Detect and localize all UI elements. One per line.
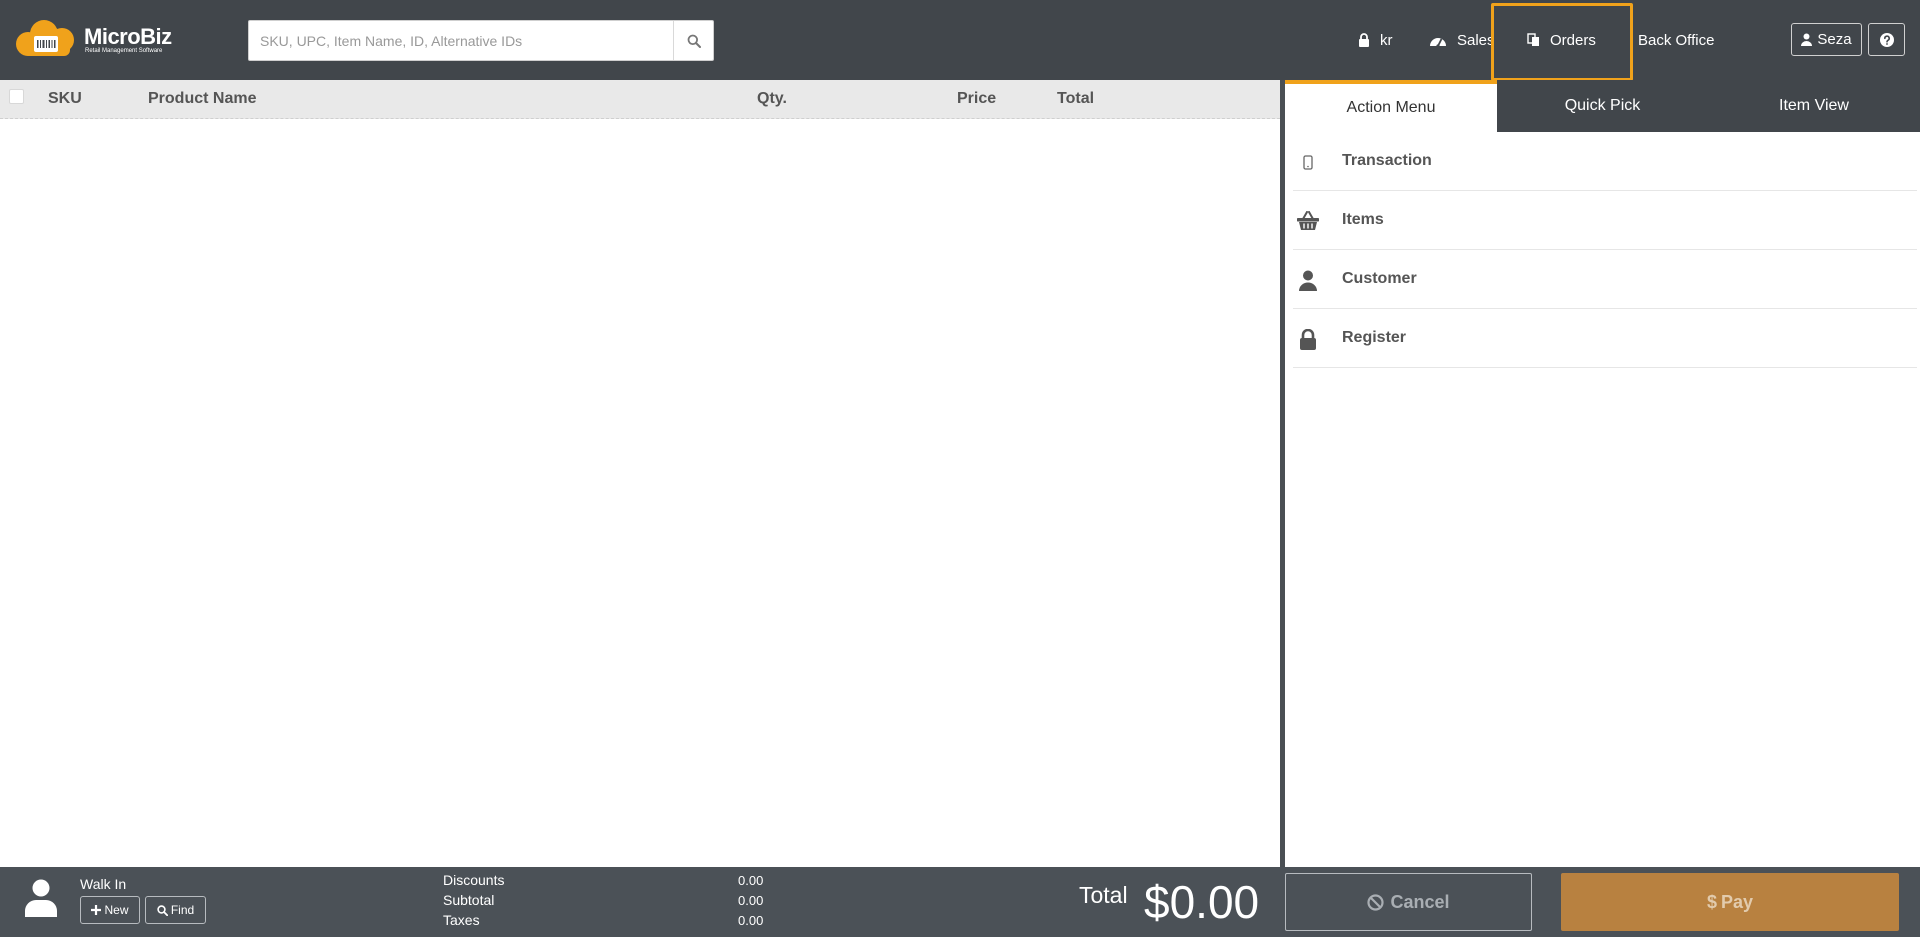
right-panel: Action Menu Quick Pick Item View Transac… <box>1285 80 1920 867</box>
nav-backoffice-label: Back Office <box>1638 31 1715 49</box>
panel-tabs: Action Menu Quick Pick Item View <box>1285 80 1920 132</box>
new-customer-button[interactable]: New <box>80 896 140 924</box>
cart-table-body <box>0 120 1280 867</box>
column-header-sku[interactable]: SKU <box>48 80 82 118</box>
action-menu-transaction[interactable]: Transaction <box>1293 132 1917 191</box>
action-menu-items[interactable]: Items <box>1293 191 1917 250</box>
search-icon <box>157 904 168 916</box>
help-button[interactable] <box>1868 23 1905 56</box>
user-name: Seza <box>1817 31 1852 48</box>
customer-name[interactable]: Walk In <box>80 876 126 892</box>
microbiz-logo[interactable]: MicroBiz Retail Management Software <box>14 18 184 58</box>
action-menu-register[interactable]: Register <box>1293 309 1917 368</box>
discounts-label: Discounts <box>443 872 505 888</box>
cart-table-header: SKU Product Name Qty. Price Total <box>0 80 1280 119</box>
menu-label: Customer <box>1342 270 1417 287</box>
taxes-label: Taxes <box>443 912 480 928</box>
tab-label: Action Menu <box>1346 99 1436 116</box>
column-header-product-name[interactable]: Product Name <box>148 80 256 118</box>
tab-label: Quick Pick <box>1564 97 1641 114</box>
cancel-button[interactable]: Cancel <box>1285 873 1532 931</box>
tab-action-menu[interactable]: Action Menu <box>1285 80 1497 132</box>
dollar-icon: $ <box>1706 891 1717 912</box>
copy-icon <box>1527 33 1539 46</box>
bottom-bar: Walk In New Find Discounts 0.00 Subtotal… <box>0 867 1920 937</box>
lock-icon <box>1295 326 1321 352</box>
plus-icon <box>91 905 102 915</box>
user-menu-button[interactable]: Seza <box>1791 23 1862 56</box>
column-header-price[interactable]: Price <box>957 80 996 118</box>
nav-back-office[interactable]: Back Office <box>1638 0 1714 80</box>
subtotal-label: Subtotal <box>443 892 495 908</box>
search-box <box>248 20 714 61</box>
total-label: Total <box>1079 882 1128 908</box>
logo-tagline: Retail Management Software <box>85 48 163 54</box>
menu-label: Register <box>1342 329 1407 346</box>
tab-quick-pick[interactable]: Quick Pick <box>1497 80 1708 132</box>
column-header-qty[interactable]: Qty. <box>757 80 787 118</box>
menu-label: Items <box>1342 211 1384 228</box>
cloud-logo-icon <box>16 20 74 56</box>
nav-lock-label: kr <box>1380 31 1393 49</box>
basket-icon <box>1295 208 1321 234</box>
logo-name: MicroBiz <box>84 24 172 49</box>
search-icon <box>687 34 701 48</box>
nav-orders-label: Orders <box>1550 31 1596 49</box>
column-header-total[interactable]: Total <box>1057 80 1094 118</box>
user-icon <box>1295 267 1321 293</box>
nav-sales[interactable]: Sales <box>1429 0 1495 80</box>
select-all-checkbox[interactable] <box>9 89 24 104</box>
discounts-value: 0.00 <box>738 873 764 888</box>
pay-label: Pay <box>1720 891 1754 912</box>
nav-orders[interactable]: Orders <box>1527 0 1596 80</box>
lock-icon <box>1359 33 1369 47</box>
user-icon <box>1801 33 1813 46</box>
tab-item-view[interactable]: Item View <box>1708 80 1920 132</box>
new-customer-label: New <box>104 903 129 917</box>
top-bar: MicroBiz Retail Management Software kr S… <box>0 0 1920 81</box>
cancel-label: Cancel <box>1390 891 1450 912</box>
tab-label: Item View <box>1779 97 1849 114</box>
question-circle-icon <box>1879 32 1894 47</box>
mobile-icon <box>1295 149 1321 175</box>
nav-sales-label: Sales <box>1457 31 1495 49</box>
customer-avatar-icon <box>25 879 57 917</box>
search-input[interactable] <box>249 21 674 60</box>
action-menu-customer[interactable]: Customer <box>1293 250 1917 309</box>
ban-icon <box>1367 893 1385 911</box>
search-button[interactable] <box>673 21 713 60</box>
nav-register-lock[interactable]: kr <box>1358 0 1393 80</box>
find-customer-label: Find <box>170 903 195 917</box>
pay-button[interactable]: $ Pay <box>1561 873 1899 931</box>
find-customer-button[interactable]: Find <box>145 896 206 924</box>
total-amount: $0.00 <box>1144 876 1260 928</box>
subtotal-value: 0.00 <box>738 893 764 908</box>
dashboard-icon <box>1430 37 1446 47</box>
taxes-value: 0.00 <box>738 913 764 928</box>
menu-label: Transaction <box>1342 152 1432 169</box>
